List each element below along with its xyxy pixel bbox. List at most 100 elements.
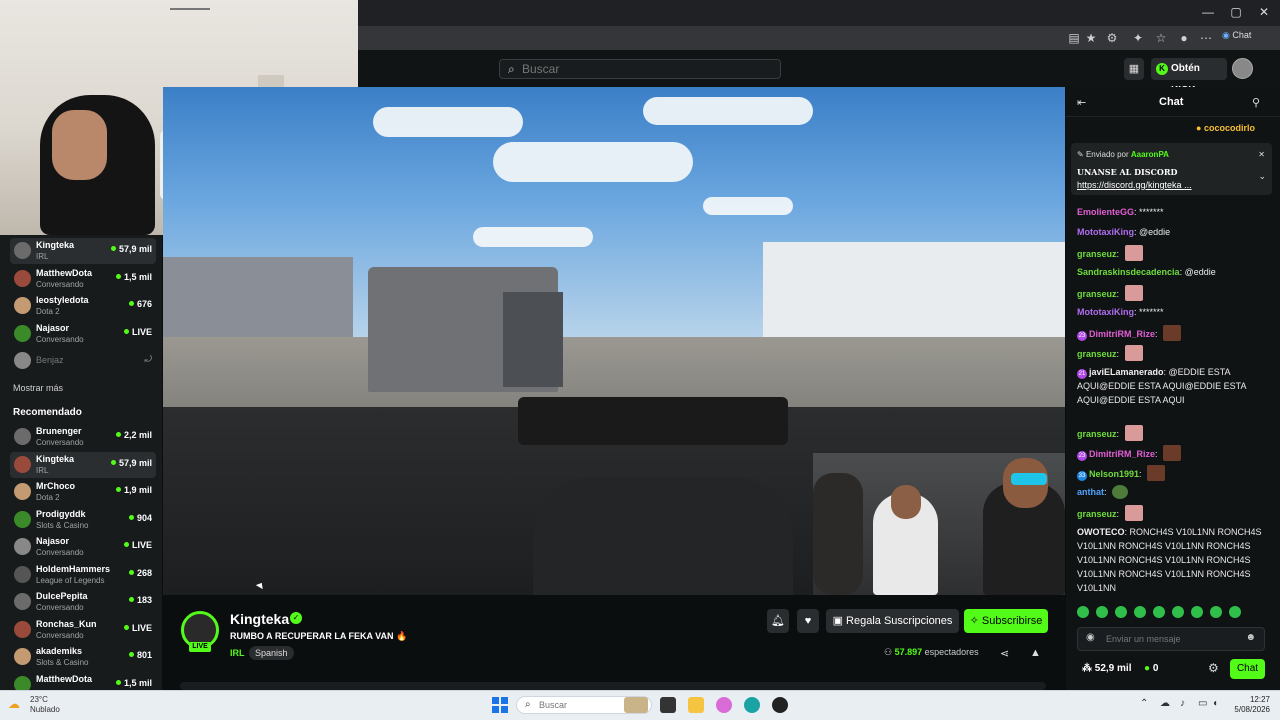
sidebar-channel-prodigyddk[interactable]: Prodigyddk Slots & Casino 904 (10, 507, 156, 533)
favorites-icon[interactable]: ☆ (1153, 30, 1169, 46)
maximize-button[interactable]: ▢ (1226, 4, 1246, 20)
emote-icon[interactable] (1191, 606, 1203, 618)
sidebar-channel-benjaz[interactable]: Benjaz ⤾ (10, 348, 156, 374)
sidebar-channel-brunenger[interactable]: Brunenger Conversando 2,2 mil (10, 424, 156, 450)
chat-username[interactable]: MototaxiKing (1077, 227, 1134, 237)
video-player[interactable] (163, 87, 1065, 595)
chat-username[interactable]: DimitriRM_Rize (1089, 449, 1155, 459)
chat-username[interactable]: Sandraskinsdecadencia (1077, 267, 1180, 277)
chat-username[interactable]: OWOTECO (1077, 527, 1125, 537)
sidebar-channel-ronchas_kun[interactable]: Ronchas_Kun Conversando LIVE (10, 617, 156, 643)
search-box[interactable]: ⌕ (499, 59, 781, 79)
search-input[interactable] (522, 61, 772, 77)
reader-icon[interactable]: ▤ (1066, 30, 1082, 46)
chat-username[interactable]: granseuz (1077, 349, 1117, 359)
chat-separator: : (1139, 469, 1145, 479)
start-button[interactable] (492, 697, 508, 713)
star-icon[interactable]: ★ (1083, 30, 1099, 46)
chat-username[interactable]: granseuz (1077, 249, 1117, 259)
emoji-icon[interactable]: ☻ (1245, 632, 1256, 643)
subscribe-button[interactable]: ✧ Subscribirse (964, 609, 1048, 633)
channel-viewers-value: 2,2 mil (123, 430, 152, 440)
chat-username[interactable]: DimitriRM_Rize (1089, 329, 1155, 339)
file-explorer-icon[interactable] (688, 697, 704, 713)
browser-chat-button[interactable]: ◉ Chat (1222, 30, 1251, 41)
emote-icon[interactable] (1172, 606, 1184, 618)
chevron-down-icon[interactable]: ⌄ (1258, 171, 1266, 182)
pinned-message[interactable]: ✎ Enviado por AaaronPA ✕ UNANSE AL DISCO… (1071, 143, 1272, 195)
weather-widget[interactable]: 23°C Nublado (30, 695, 60, 715)
pinned-link[interactable]: https://discord.gg/kingteka ... (1077, 180, 1192, 190)
report-icon[interactable]: ▲ (1030, 647, 1041, 659)
onedrive-icon[interactable]: ☁ (1160, 698, 1170, 709)
emote-icon[interactable] (1210, 606, 1222, 618)
streamer-name[interactable]: Kingteka (230, 611, 289, 627)
volume-icon[interactable]: ◖ (1212, 698, 1218, 709)
emote-icon[interactable] (1153, 606, 1165, 618)
extension-icon[interactable]: ⚙ (1104, 30, 1120, 46)
chat-send-button[interactable]: Chat (1230, 659, 1265, 679)
sidebar-channel-kingteka[interactable]: Kingteka IRL 57,9 mil (10, 238, 156, 264)
network-icon[interactable]: ▭ (1198, 698, 1207, 709)
task-view-icon[interactable] (660, 697, 676, 713)
chat-users-icon[interactable]: ⚲ (1252, 96, 1260, 109)
channel-points[interactable]: ⁂ 52,9 mil (1082, 663, 1131, 674)
sidebar-channel-holdemhammers[interactable]: HoldemHammers League of Legends 268 (10, 562, 156, 588)
get-kicks-button[interactable]: KObtén KICKs (1151, 58, 1227, 96)
chat-username[interactable]: granseuz (1077, 289, 1117, 299)
chat-username[interactable]: javiELamanerado (1089, 367, 1164, 377)
chat-username[interactable]: Nelson1991 (1089, 469, 1139, 479)
chat-username[interactable]: MototaxiKing (1077, 307, 1134, 317)
chat-settings-icon[interactable]: ⚙ (1208, 661, 1219, 675)
minimize-button[interactable]: — (1198, 4, 1218, 20)
taskbar-clock[interactable]: 12:27 5/08/2026 (1226, 695, 1270, 715)
emote-icon[interactable] (1115, 606, 1127, 618)
stream-tag[interactable]: Spanish (249, 646, 294, 660)
gift-leaderboard[interactable]: ● cococodirlo (1196, 123, 1255, 133)
chat-username[interactable]: granseuz (1077, 429, 1117, 439)
dashboard-icon[interactable]: ▦ (1124, 58, 1144, 80)
emote-icon[interactable] (1134, 606, 1146, 618)
unpin-icon[interactable]: ✕ (1258, 150, 1265, 159)
gift-subs-button[interactable]: ▣ Regala Suscripciones (826, 609, 959, 633)
chat-username[interactable]: anthat (1077, 487, 1104, 497)
follow-heart-button[interactable]: ♥ (797, 609, 819, 633)
kicks-balance[interactable]: ● 0 (1144, 663, 1158, 674)
notification-bell-button[interactable]: 🔔︎ (767, 609, 789, 633)
puzzle-icon[interactable]: ✦ (1130, 30, 1146, 46)
edge-icon[interactable] (744, 697, 760, 713)
emote-icon[interactable] (1077, 606, 1089, 618)
badge-icon[interactable]: ◉ (1086, 632, 1095, 643)
show-more-link[interactable]: Mostrar más (13, 383, 63, 393)
search-icon: ⌕ (525, 699, 531, 710)
stream-category[interactable]: IRL (230, 648, 245, 658)
quick-emote-bar[interactable] (1077, 605, 1267, 619)
sidebar-channel-kingteka[interactable]: Kingteka IRL 57,9 mil (10, 451, 156, 478)
sidebar-channel-akademiks[interactable]: akademiks Slots & Casino 801 (10, 644, 156, 670)
sidebar-channel-mrchoco[interactable]: MrChoco Dota 2 1,9 mil (10, 479, 156, 505)
chat-input[interactable] (1106, 632, 1246, 646)
more-icon[interactable]: ⋯ (1198, 30, 1214, 46)
taskbar-search-input[interactable] (539, 699, 619, 711)
emote-icon[interactable] (1229, 606, 1241, 618)
user-avatar[interactable] (1232, 58, 1253, 79)
sidebar-channel-najasor[interactable]: Najasor Conversando LIVE (10, 534, 156, 560)
app-icon[interactable] (772, 697, 788, 713)
sidebar-channel-leostyledota[interactable]: leostyledota Dota 2 676 (10, 293, 156, 319)
chat-username[interactable]: granseuz (1077, 509, 1117, 519)
copilot-app-icon[interactable] (716, 697, 732, 713)
pinned-link-text[interactable]: https://discord.gg/kingteka (1077, 180, 1182, 190)
sidebar-channel-najasor[interactable]: Najasor Conversando LIVE (10, 321, 156, 347)
tray-chevron-icon[interactable]: ⌃ (1140, 698, 1148, 709)
chat-input-box[interactable]: ◉ ☻ (1077, 627, 1265, 651)
share-icon[interactable]: ⋖ (1000, 647, 1009, 660)
chat-username[interactable]: EmolienteGG (1077, 207, 1134, 217)
collapse-chat-icon[interactable]: ⇤ (1077, 96, 1086, 109)
mic-icon[interactable]: ♪ (1180, 698, 1185, 709)
profile-icon[interactable]: ● (1176, 30, 1192, 46)
emote-icon[interactable] (1096, 606, 1108, 618)
sidebar-channel-matthewdota[interactable]: MatthewDota Conversando 1,5 mil (10, 266, 156, 292)
close-window-button[interactable]: ✕ (1254, 4, 1274, 20)
search-highlight-icon[interactable] (624, 697, 648, 713)
sidebar-channel-dulcepepita[interactable]: DulcePepita Conversando 183 (10, 589, 156, 615)
